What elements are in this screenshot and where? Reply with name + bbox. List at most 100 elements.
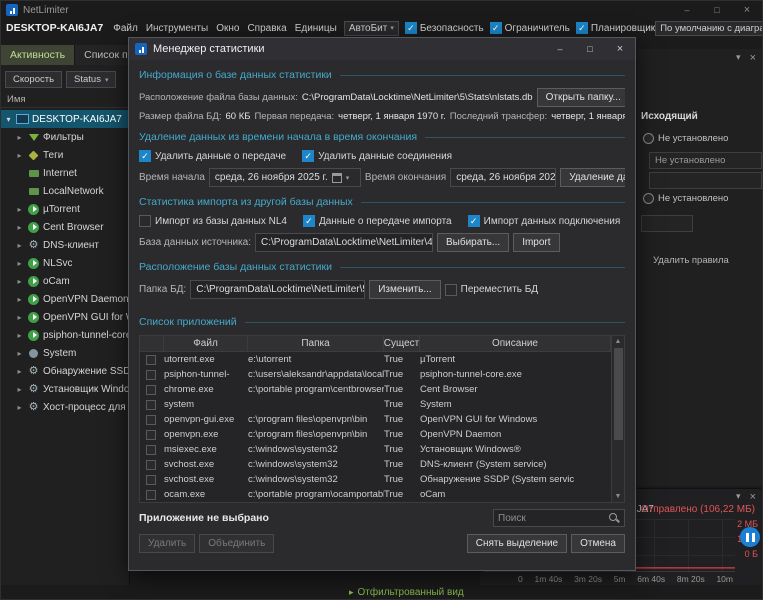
search-input[interactable] — [498, 513, 608, 524]
menu-toggle-2[interactable]: Ограничитель — [490, 22, 570, 34]
tree-item-12[interactable]: OpenVPN GUI for Win... — [1, 308, 129, 326]
rule-field-fragment[interactable] — [641, 215, 693, 232]
expand-arrow-icon[interactable] — [15, 241, 24, 250]
row-checkbox[interactable] — [146, 430, 156, 440]
row-checkbox[interactable] — [146, 370, 156, 380]
expand-arrow-icon[interactable] — [15, 313, 24, 322]
outgoing-radio-2[interactable]: Не установлено — [643, 193, 728, 204]
dialog-titlebar[interactable]: Менеджер статистики — [129, 38, 635, 60]
row-checkbox[interactable] — [146, 385, 156, 395]
table-row[interactable]: utorrent.exee:\utorrentTrueµTorrent — [140, 352, 611, 367]
column-header-2[interactable]: Папка — [248, 336, 384, 351]
import-button[interactable]: Import — [513, 233, 559, 252]
table-row[interactable]: psiphon-tunnel-c:\users\aleksandr\appdat… — [140, 367, 611, 382]
delete-transfer-checkbox[interactable]: Удалить данные о передаче — [139, 150, 286, 162]
outgoing-limit-field-2[interactable] — [649, 172, 762, 189]
end-date-picker[interactable]: среда, 26 ноября 2025 г. — [450, 168, 556, 187]
table-row[interactable]: chrome.exec:\portable program\centbrowse… — [140, 382, 611, 397]
checkbox-icon[interactable] — [405, 22, 417, 34]
units-dropdown[interactable]: АвтоБит — [344, 21, 399, 36]
tree-item-8[interactable]: DNS-клиент — [1, 236, 129, 254]
computer-name[interactable]: DESKTOP-KAI6JA7 — [6, 22, 103, 34]
scrollbar-thumb[interactable] — [614, 348, 623, 440]
merge-button[interactable]: Объединить — [199, 534, 274, 553]
expand-arrow-icon[interactable] — [15, 277, 24, 286]
menu-item-3[interactable]: Окно — [212, 23, 243, 34]
column-header-1[interactable]: Файл — [164, 336, 248, 351]
tree-item-11[interactable]: OpenVPN Daemon — [1, 290, 129, 308]
menu-toggle-3[interactable]: Планировщик — [576, 22, 655, 34]
expand-arrow-icon[interactable] — [15, 133, 24, 142]
row-checkbox[interactable] — [146, 415, 156, 425]
tree-item-16[interactable]: Установщик Windows... — [1, 380, 129, 398]
tree-item-6[interactable]: µTorrent — [1, 200, 129, 218]
close-panel-icon[interactable] — [750, 52, 756, 64]
checkbox-icon[interactable] — [490, 22, 502, 34]
maximize-icon[interactable] — [575, 38, 605, 60]
import-transfer-checkbox[interactable]: Данные о передаче импорта — [303, 215, 452, 227]
search-box[interactable] — [493, 509, 625, 527]
change-folder-button[interactable]: Изменить... — [369, 280, 440, 299]
scroll-up-icon[interactable]: ▲ — [615, 336, 622, 347]
row-checkbox[interactable] — [146, 355, 156, 365]
table-row[interactable]: svchost.exec:\windows\system32TrueDNS-кл… — [140, 457, 611, 472]
start-date-picker[interactable]: среда, 26 ноября 2025 г. — [209, 168, 361, 187]
tree-item-9[interactable]: NLSvc — [1, 254, 129, 272]
cancel-button[interactable]: Отмена — [571, 534, 625, 553]
import-connection-checkbox[interactable]: Импорт данных подключения — [468, 215, 621, 227]
checkbox-icon[interactable] — [576, 22, 588, 34]
scroll-down-icon[interactable]: ▼ — [615, 491, 622, 502]
tree-item-7[interactable]: Cent Browser — [1, 218, 129, 236]
tree-item-10[interactable]: oCam — [1, 272, 129, 290]
collapse-panel-icon[interactable] — [736, 52, 741, 64]
maximize-icon[interactable] — [702, 1, 732, 19]
move-db-checkbox[interactable]: Переместить БД — [445, 284, 538, 296]
speed-button[interactable]: Скорость — [5, 71, 62, 88]
table-row[interactable]: svchost.exec:\windows\system32TrueОбнару… — [140, 472, 611, 487]
db-folder-field[interactable]: C:\ProgramData\Locktime\NetLimiter\5\Sta… — [190, 280, 365, 299]
pause-button[interactable] — [740, 527, 760, 547]
row-checkbox[interactable] — [146, 475, 156, 485]
tree-item-5[interactable]: LocalNetwork — [1, 182, 129, 200]
delete-apps-button[interactable]: Удалить — [139, 534, 195, 553]
expand-arrow-icon[interactable] — [15, 349, 24, 358]
expand-arrow-icon[interactable] — [4, 115, 13, 124]
expand-arrow-icon[interactable] — [15, 367, 24, 376]
browse-button[interactable]: Выбирать... — [437, 233, 509, 252]
row-checkbox[interactable] — [146, 445, 156, 455]
delete-connection-checkbox[interactable]: Удалить данные соединения — [302, 150, 452, 162]
table-row[interactable]: msiexec.exec:\windows\system32TrueУстано… — [140, 442, 611, 457]
tree-item-2[interactable]: Фильтры — [1, 128, 129, 146]
tree-item-13[interactable]: psiphon-tunnel-core.e... — [1, 326, 129, 344]
menu-item-1[interactable]: Файл — [109, 23, 142, 34]
collapse-panel-icon[interactable] — [736, 491, 741, 503]
close-icon[interactable] — [732, 1, 762, 19]
tree-item-14[interactable]: System — [1, 344, 129, 362]
status-dropdown[interactable]: Status — [66, 71, 116, 88]
tree-item-4[interactable]: Internet — [1, 164, 129, 182]
expand-arrow-icon[interactable] — [15, 223, 24, 232]
menu-item-2[interactable]: Инструменты — [142, 23, 212, 34]
name-column-header[interactable]: Имя — [1, 92, 129, 108]
close-icon[interactable] — [605, 38, 635, 60]
column-header-3[interactable]: Сущест — [384, 336, 420, 351]
deselect-button[interactable]: Снять выделение — [467, 534, 567, 553]
expand-arrow-icon[interactable] — [15, 259, 24, 268]
table-scrollbar[interactable]: ▲ ▼ — [612, 335, 625, 503]
row-checkbox[interactable] — [146, 460, 156, 470]
delete-rules-link[interactable]: Удалить правила — [653, 255, 729, 266]
layout-dropdown[interactable]: По умолчанию с диаграммой — [655, 21, 762, 36]
filtered-view-toggle[interactable]: Отфильтрованный вид — [349, 587, 464, 598]
outgoing-limit-field[interactable]: Не установлено — [649, 152, 762, 169]
table-row[interactable]: systemTrueSystem — [140, 397, 611, 412]
menu-item-units[interactable]: Единицы — [291, 23, 341, 34]
expand-arrow-icon[interactable] — [15, 295, 24, 304]
delete-data-button[interactable]: Удаление данных — [560, 168, 625, 187]
tree-item-3[interactable]: Теги — [1, 146, 129, 164]
open-folder-button[interactable]: Открыть папку... — [537, 88, 625, 107]
import-nl4-checkbox[interactable]: Импорт из базы данных NL4 — [139, 215, 287, 227]
outgoing-radio-1[interactable]: Не установлено — [643, 133, 728, 144]
minimize-icon[interactable] — [672, 1, 702, 19]
expand-arrow-icon[interactable] — [15, 385, 24, 394]
minimize-icon[interactable] — [545, 38, 575, 60]
